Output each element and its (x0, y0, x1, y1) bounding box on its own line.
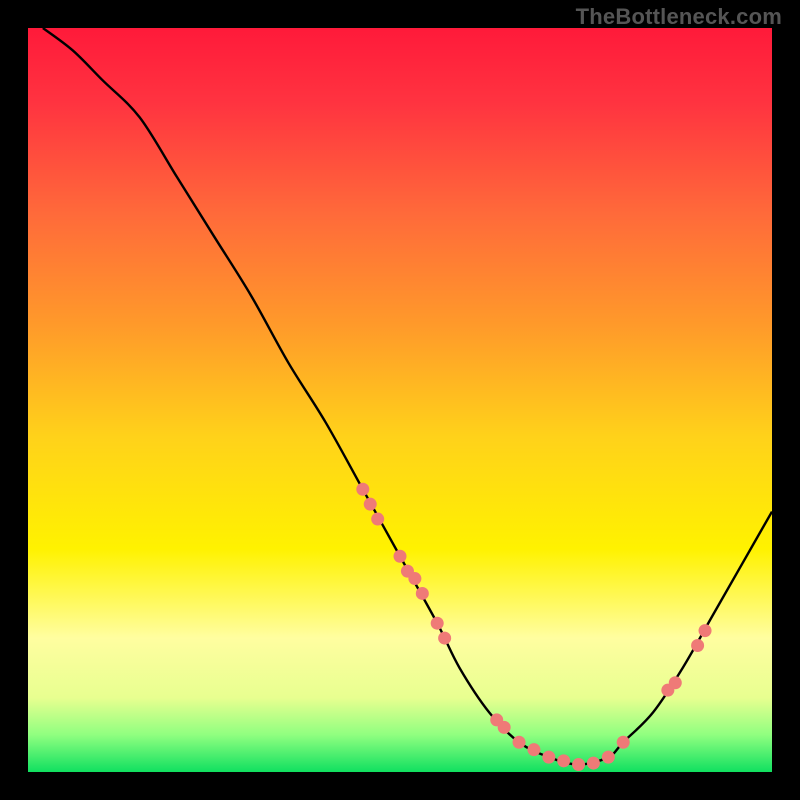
gradient-background (28, 28, 772, 772)
marker-point (542, 751, 555, 764)
marker-point (557, 754, 570, 767)
marker-point (408, 572, 421, 585)
marker-point (371, 513, 384, 526)
plot-area (28, 28, 772, 772)
marker-point (513, 736, 526, 749)
marker-point (416, 587, 429, 600)
watermark-label: TheBottleneck.com (576, 4, 782, 30)
marker-point (364, 498, 377, 511)
marker-point (438, 632, 451, 645)
marker-point (572, 758, 585, 771)
marker-point (431, 617, 444, 630)
plot-svg (28, 28, 772, 772)
marker-point (699, 624, 712, 637)
marker-point (587, 757, 600, 770)
marker-point (394, 550, 407, 563)
marker-point (617, 736, 630, 749)
chart-frame: TheBottleneck.com (0, 0, 800, 800)
marker-point (356, 483, 369, 496)
marker-point (602, 751, 615, 764)
marker-point (527, 743, 540, 756)
marker-point (498, 721, 511, 734)
marker-point (669, 676, 682, 689)
marker-point (691, 639, 704, 652)
